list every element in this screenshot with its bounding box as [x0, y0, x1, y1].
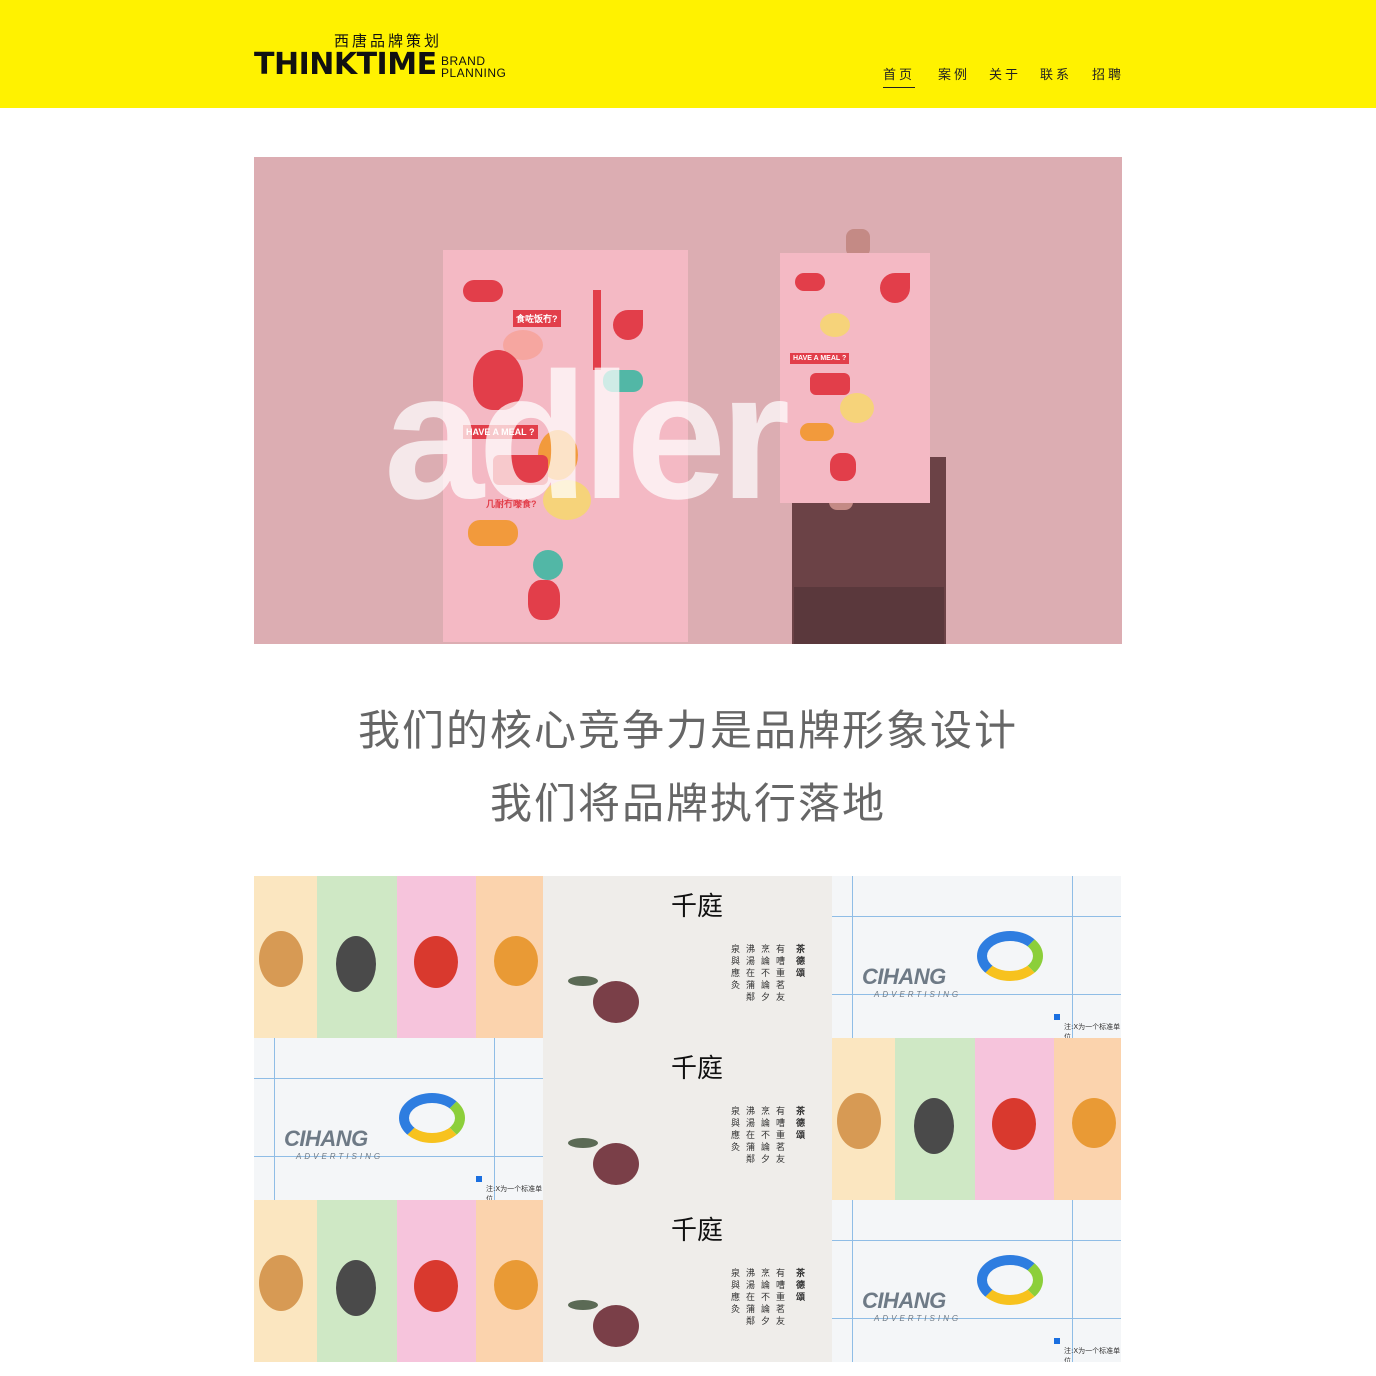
- mascot-peanut: [259, 931, 303, 987]
- bowl-small-shape: [820, 313, 850, 337]
- mascot-almond: [494, 936, 538, 986]
- portfolio-tile-logo[interactable]: CIHANG ADVERTISING 注:X为一个标准单位: [254, 1038, 543, 1200]
- flower-shape: [593, 1305, 639, 1347]
- portfolio-tile-mascot[interactable]: [254, 1200, 543, 1362]
- tea-poem-col-5: 泉與應灸: [729, 1106, 739, 1154]
- tea-poem-col-3: 烹論不論夕: [759, 1106, 769, 1166]
- leaf-shape: [568, 1300, 598, 1310]
- cihang-wordmark: CIHANG: [862, 1288, 946, 1313]
- watermark-text: adler: [384, 336, 790, 537]
- poster-right: HAVE A MEAL ?: [780, 253, 930, 503]
- poster-text-1: 食咗饭冇?: [513, 310, 561, 327]
- leaf-shape: [568, 1138, 598, 1148]
- mascot-sesame: [336, 1260, 376, 1316]
- portfolio-tile-mascot[interactable]: [832, 1038, 1121, 1200]
- mascot-bean: [414, 936, 458, 988]
- bird-shape: [533, 550, 563, 580]
- grid-line: [852, 876, 853, 1038]
- tea-poem-col-4: 沸湯在蒲鄰: [744, 944, 754, 1004]
- flower-shape: [593, 981, 639, 1023]
- logo-wordmark: THINKTIME: [254, 47, 437, 82]
- site-header: 西唐品牌策划 THINKTIME BRAND PLANNING 首页 案例 关于…: [0, 0, 1376, 108]
- portfolio-tile-tea[interactable]: 千庭 茶德頌 有嘈重茗友 烹論不論夕 沸湯在蒲鄰 泉與應灸: [543, 876, 832, 1038]
- tea-poem-col-2: 有嘈重茗友: [774, 1268, 784, 1328]
- tea-brand-title: 千庭: [671, 1216, 724, 1246]
- portfolio-tile-mascot[interactable]: [254, 876, 543, 1038]
- cihang-logo-mark: [399, 1093, 465, 1143]
- unit-marker: [476, 1176, 482, 1182]
- tea-poem-col-3: 烹論不論夕: [759, 1268, 769, 1328]
- rooster-small-shape: [880, 273, 910, 303]
- logo-note: 注:X为一个标准单位: [1064, 1347, 1121, 1362]
- tea-poem-col-4: 沸湯在蒲鄰: [744, 1106, 754, 1166]
- logo-subtitle: BRAND PLANNING: [441, 55, 506, 79]
- tea-poem-col-1: 茶德頌: [794, 1106, 804, 1142]
- rooster-bottom-shape: [830, 453, 856, 481]
- cihang-logo-mark: [977, 1255, 1043, 1305]
- nav-about[interactable]: 关于: [989, 64, 1021, 83]
- cihang-wordmark: CIHANG: [284, 1126, 368, 1151]
- grid-line: [274, 1038, 275, 1200]
- grid-line: [254, 1078, 543, 1079]
- tea-poem-col-4: 沸湯在蒲鄰: [744, 1268, 754, 1328]
- logo-note: 注:X为一个标准单位: [1064, 1023, 1121, 1038]
- mascot-peanut: [837, 1093, 881, 1149]
- mascot-almond: [1072, 1098, 1116, 1148]
- tea-poem-col-5: 泉與應灸: [729, 944, 739, 992]
- portfolio-gallery: 千庭 茶德頌 有嘈重茗友 烹論不論夕 沸湯在蒲鄰 泉與應灸 CIHANG ADV…: [254, 876, 1122, 1362]
- portfolio-tile-tea[interactable]: 千庭 茶德頌 有嘈重茗友 烹論不論夕 沸湯在蒲鄰 泉與應灸: [543, 1038, 832, 1200]
- grid-line: [852, 1200, 853, 1362]
- tea-poem-col-3: 烹論不論夕: [759, 944, 769, 1004]
- grid-line: [494, 1038, 495, 1200]
- nav-cases[interactable]: 案例: [938, 64, 970, 83]
- unit-marker: [1054, 1338, 1060, 1344]
- nav-home[interactable]: 首页: [883, 64, 916, 88]
- rooster-shape: [528, 580, 560, 620]
- cow-small-shape: [810, 373, 850, 395]
- mascot-almond: [494, 1260, 538, 1310]
- pig-small-shape: [800, 423, 834, 441]
- mascot-sesame: [336, 936, 376, 992]
- tagline-line-2: 我们将品牌执行落地: [489, 779, 886, 828]
- hero-banner[interactable]: 食咗饭冇? HAVE A MEAL ? 几耐冇嚟食? HAVE A MEAL ?…: [254, 157, 1122, 644]
- logo-note: 注:X为一个标准单位: [486, 1185, 543, 1200]
- logo-subtitle-line2: PLANNING: [441, 66, 507, 80]
- tagline-line-1: 我们的核心竞争力是品牌形象设计: [357, 706, 1018, 755]
- tea-poem-col-1: 茶德頌: [794, 1268, 804, 1304]
- mascot-bean: [414, 1260, 458, 1312]
- bowl-small-shape-2: [840, 393, 874, 423]
- tea-brand-title: 千庭: [671, 892, 724, 922]
- mascot-bean: [992, 1098, 1036, 1150]
- cloud-shape: [463, 280, 503, 302]
- tea-poem-col-2: 有嘈重茗友: [774, 1106, 784, 1166]
- mascot-peanut: [259, 1255, 303, 1311]
- leaf-shape: [568, 976, 598, 986]
- tea-poem-col-2: 有嘈重茗友: [774, 944, 784, 1004]
- cihang-logo-mark: [977, 931, 1043, 981]
- nav-jobs[interactable]: 招聘: [1092, 64, 1124, 83]
- grid-line: [1072, 1200, 1073, 1362]
- grid-line: [832, 1240, 1121, 1241]
- tea-poem-col-5: 泉與應灸: [729, 1268, 739, 1316]
- poster-right-text: HAVE A MEAL ?: [790, 353, 850, 364]
- cihang-subline: ADVERTISING: [874, 990, 962, 999]
- unit-marker: [1054, 1014, 1060, 1020]
- portfolio-tile-tea[interactable]: 千庭 茶德頌 有嘈重茗友 烹論不論夕 沸湯在蒲鄰 泉與應灸: [543, 1200, 832, 1362]
- portfolio-tile-logo[interactable]: CIHANG ADVERTISING 注:X为一个标准单位: [832, 876, 1121, 1038]
- cihang-subline: ADVERTISING: [296, 1152, 384, 1161]
- tea-brand-title: 千庭: [671, 1054, 724, 1084]
- cihang-wordmark: CIHANG: [862, 964, 946, 989]
- person-trousers: [794, 587, 944, 644]
- portfolio-tile-logo[interactable]: CIHANG ADVERTISING 注:X为一个标准单位: [832, 1200, 1121, 1362]
- grid-line: [1072, 876, 1073, 1038]
- flower-shape: [593, 1143, 639, 1185]
- nav-contact[interactable]: 联系: [1040, 64, 1072, 83]
- mascot-sesame: [914, 1098, 954, 1154]
- brand-logo[interactable]: 西唐品牌策划 THINKTIME BRAND PLANNING: [254, 30, 514, 82]
- cloud-shape-small: [795, 273, 825, 291]
- tea-poem-col-1: 茶德頌: [794, 944, 804, 980]
- cihang-subline: ADVERTISING: [874, 1314, 962, 1323]
- grid-line: [832, 916, 1121, 917]
